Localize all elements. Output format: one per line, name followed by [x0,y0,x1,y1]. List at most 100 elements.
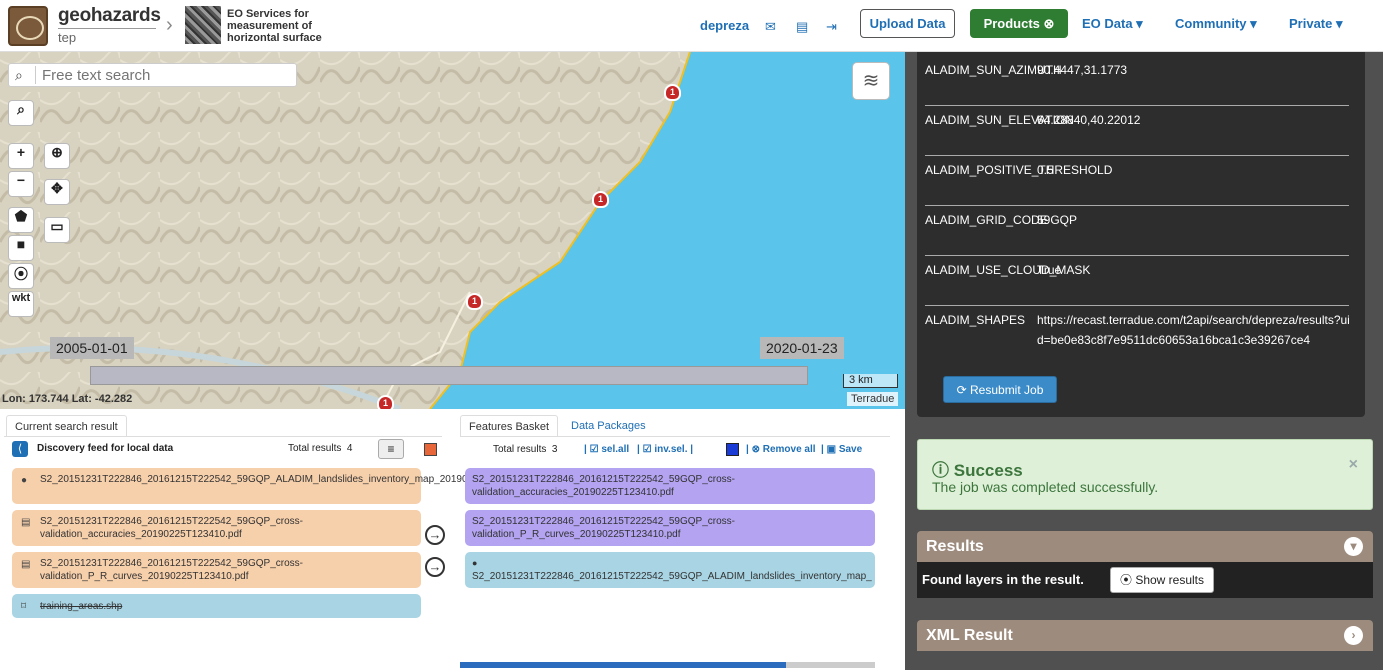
tab-data-packages[interactable]: Data Packages [563,415,654,437]
show-results-label: Show results [1135,573,1205,587]
list-item[interactable]: ⌑ training_areas.shp [12,594,421,618]
fullscreen-icon[interactable]: ✥ [44,179,70,205]
results-body: Found layers in the result. ⦿ Show resul… [917,562,1373,598]
param-row: ALADIM_GRID_CODE 59GQP [925,210,1349,256]
move-arrow-icon[interactable]: → [425,557,445,577]
breadcrumb-arrow-icon: › [166,14,173,36]
results-header[interactable]: Results ▾ [917,531,1373,562]
map-view[interactable]: 1 1 1 1 ⌕ ⌕ + − ⊕ ✥ ▭ ⬟ ■ ⦿ wkt ≋ 2005-0… [0,52,905,409]
share-icon[interactable]: ⟨ [12,441,28,457]
zoom-out-button[interactable]: − [8,171,34,197]
nav-eo-data[interactable]: EO Data ▾ [1082,16,1143,32]
tab-features-basket[interactable]: Features Basket [460,415,559,437]
route-shield-icon: 1 [592,191,609,208]
basket-progress [460,662,875,668]
mail-icon[interactable]: ✉ [765,19,776,35]
total-value: 3 [551,444,558,455]
param-value[interactable]: https://recast.terradue.com/t2api/search… [1037,310,1352,350]
file-icon: ▤ [21,517,31,528]
results-title: Results [926,538,984,555]
username-link[interactable]: depreza [700,18,749,33]
list-item[interactable]: S2_20151231T222846_20161215T222542_59GQP… [465,510,875,546]
point-tool-icon[interactable]: ⦿ [8,263,34,289]
save-link[interactable]: | ▣ Save [821,444,862,455]
time-start-label: 2005-01-01 [50,337,134,359]
close-icon[interactable]: × [1349,456,1358,474]
total-label: Total results [288,443,342,454]
item-label: S2_20151231T222846_20161215T222542_59GQP… [40,516,303,540]
route-shield-icon: 1 [466,293,483,310]
book-icon[interactable]: ▤ [796,19,808,35]
wkt-tool-button[interactable]: wkt [8,291,34,317]
coordinate-readout: Lon: 173.744 Lat: -42.282 [2,393,133,405]
job-parameters: ALADIM_SUN_AZIMUTH 90.4447,31.1773 ALADI… [917,52,1365,417]
route-shield-icon: 1 [377,395,394,409]
zoom-in-button[interactable]: + [8,143,34,169]
map-attribution[interactable]: Terradue [847,392,899,406]
item-label: S2_20151231T222846_20161215T222542_59GQP… [40,558,303,582]
search-input[interactable] [42,67,282,84]
scale-bar: 3 km [843,374,898,388]
app-name[interactable]: geohazards [58,5,161,27]
polygon-tool-icon[interactable]: ⬟ [8,207,34,233]
upload-data-button[interactable]: Upload Data [860,9,955,38]
list-view-button[interactable]: ≡ [378,439,404,459]
param-row: ALADIM_SUN_AZIMUTH 90.4447,31.1773 [925,60,1349,106]
globe-icon: ● [21,475,28,486]
progress-fill [460,662,786,668]
ruler-icon[interactable]: ▭ [44,217,70,243]
globe-icon[interactable]: ⊕ [44,143,70,169]
param-row: ALADIM_POSITIVE_THRESHOLD 0.5 [925,160,1349,206]
file-icon: ▤ [21,559,31,570]
layers-icon[interactable]: ≋ [852,62,890,100]
add-to-basket-arrow-icon[interactable]: → [425,525,445,545]
invert-selection-label: inv.sel. [654,444,688,455]
job-panel: ALADIM_SUN_AZIMUTH 90.4447,31.1773 ALADI… [905,52,1383,670]
color-swatch[interactable] [424,443,437,456]
select-all-link[interactable]: | ☑ sel.all [584,444,629,455]
remove-all-link[interactable]: | ⊗ Remove all [746,444,816,455]
color-swatch[interactable] [726,443,739,456]
list-item[interactable]: ▤ S2_20151231T222846_20161215T222542_59G… [12,510,421,546]
xml-result-header[interactable]: XML Result › [917,620,1373,651]
signout-icon[interactable]: ⇥ [826,19,837,35]
chevron-right-icon[interactable]: › [1344,626,1363,645]
geohazards-logo[interactable] [8,6,48,46]
invert-selection-link[interactable]: | ☑ inv.sel. | [637,444,693,455]
chevron-down-icon[interactable]: ▾ [1344,537,1363,556]
map-search[interactable]: ⌕ [8,63,297,87]
alert-title-text: Success [953,461,1023,480]
rectangle-tool-icon[interactable]: ■ [8,235,34,261]
total-value: 4 [346,443,353,454]
param-key: ALADIM_SUN_AZIMUTH [925,63,1062,77]
success-alert: ⓘ Success The job was completed successf… [917,439,1373,510]
list-item[interactable]: S2_20151231T222846_20161215T222542_59GQP… [465,468,875,504]
list-item[interactable]: ● S2_20151231T222846_20161215T222542_59G… [12,468,543,504]
show-results-button[interactable]: ⦿ Show results [1110,567,1214,593]
feed-total: Total results 4 [288,443,352,454]
item-label: training_areas.shp [40,601,123,612]
param-key: ALADIM_SUN_ELEVATION [925,113,1074,127]
service-title[interactable]: EO Services for measurement of horizonta… [227,8,357,44]
list-item[interactable]: ● S2_20151231T222846_20161215T222542_59G… [465,552,875,588]
search-tool-button[interactable]: ⌕ [8,100,34,126]
tab-current-search-result[interactable]: Current search result [6,415,127,437]
save-label: Save [838,444,863,455]
search-icon: ⌕ [15,67,23,83]
time-end-label: 2020-01-23 [760,337,844,359]
app-sub: tep [58,30,77,45]
service-thumbnail [185,6,221,44]
alert-body: The job was completed successfully. [932,479,1159,495]
param-key: ALADIM_USE_CLOUD_MASK [925,263,1091,277]
param-value: True [1037,263,1062,277]
products-button[interactable]: Products ⊗ [970,9,1068,38]
nav-private[interactable]: Private ▾ [1289,16,1343,32]
nav-community[interactable]: Community ▾ [1175,16,1257,32]
resubmit-job-button[interactable]: ⟳ Resubmit Job [943,376,1057,403]
time-slider[interactable] [90,366,808,385]
list-item[interactable]: ▤ S2_20151231T222846_20161215T222542_59G… [12,552,421,588]
remove-all-label: Remove all [762,444,816,455]
xml-result-title: XML Result [926,627,1013,644]
item-label: S2_20151231T222846_20161215T222542_59GQP… [472,474,735,498]
results-text: Found layers in the result. [922,572,1084,587]
